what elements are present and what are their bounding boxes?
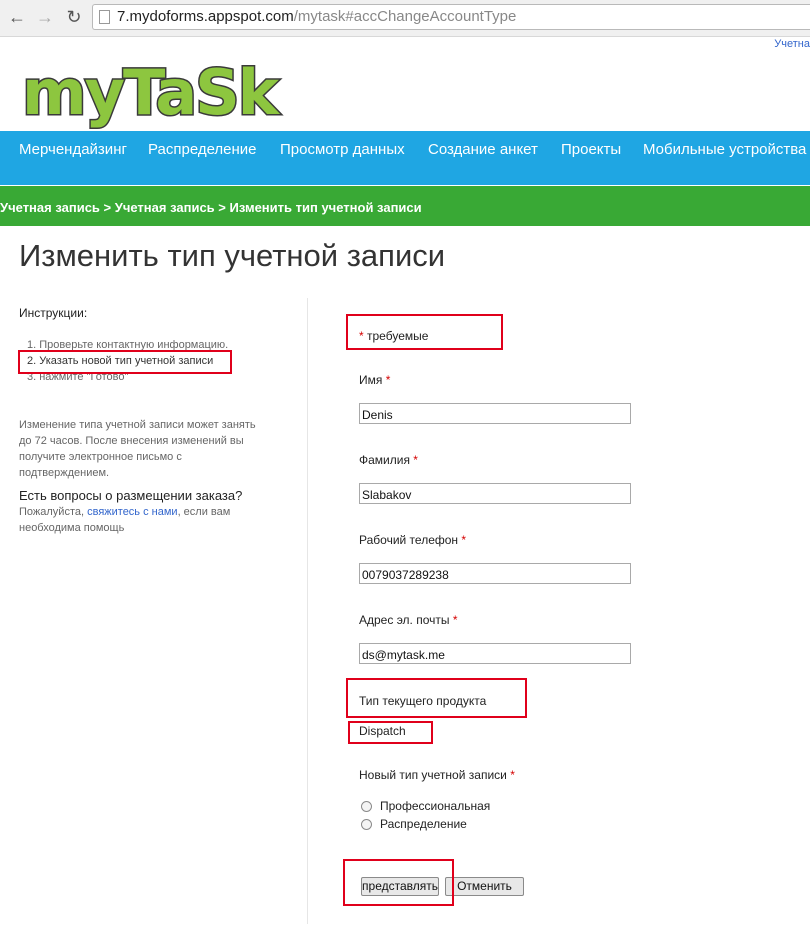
page-title: Изменить тип учетной записи xyxy=(19,238,446,273)
forward-icon[interactable]: → xyxy=(34,6,56,28)
radio-professional[interactable] xyxy=(361,801,372,812)
nav-item-view-data[interactable]: Просмотр данных xyxy=(280,141,405,158)
back-icon[interactable]: ← xyxy=(6,6,28,28)
column-divider xyxy=(307,298,308,924)
account-link[interactable]: Учетна xyxy=(774,38,810,50)
svg-text:myTaSk: myTaSk xyxy=(22,56,281,129)
first-name-label: Имя * xyxy=(359,373,391,387)
questions-heading: Есть вопросы о размещении заказа? xyxy=(19,488,243,503)
new-type-label: Новый тип учетной записи * xyxy=(359,768,515,782)
highlight-product-value xyxy=(348,721,433,744)
browser-toolbar: ← → ↻ 7.mydoforms.appspot.com/mytask#acc… xyxy=(0,0,810,37)
address-bar[interactable]: 7.mydoforms.appspot.com/mytask#accChange… xyxy=(92,4,810,30)
last-name-field[interactable] xyxy=(359,483,631,504)
nav-item-projects[interactable]: Проекты xyxy=(561,141,621,158)
contact-us-link[interactable]: свяжитесь с нами xyxy=(87,506,177,518)
nav-item-mobile-devices[interactable]: Мобильные устройства xyxy=(643,141,806,158)
cancel-button[interactable]: Отменить xyxy=(445,877,524,896)
option-distribution-label[interactable]: Распределение xyxy=(380,817,467,831)
radio-distribution[interactable] xyxy=(361,819,372,830)
nav-item-distribution[interactable]: Распределение xyxy=(148,141,257,158)
highlight-submit xyxy=(343,859,454,906)
highlight-current-product xyxy=(346,678,527,718)
breadcrumb: Учетная запись > Учетная запись > Измени… xyxy=(0,186,810,226)
highlight-step-2 xyxy=(18,350,232,374)
help-text: Пожалуйста, свяжитесь с нами, если вам н… xyxy=(19,506,231,534)
main-nav: Мерчендайзинг Распределение Просмотр дан… xyxy=(0,131,810,185)
first-name-field[interactable] xyxy=(359,403,631,424)
phone-label: Рабочий телефон * xyxy=(359,533,467,547)
email-field[interactable] xyxy=(359,643,631,664)
option-professional-label[interactable]: Профессиональная xyxy=(380,799,490,813)
nav-item-merchandising[interactable]: Мерчендайзинг xyxy=(19,141,127,158)
email-label: Адрес эл. почты * xyxy=(359,613,458,627)
mytask-logo[interactable]: myTaSk xyxy=(18,55,308,131)
instructions-label: Инструкции: xyxy=(19,306,88,320)
url-text: 7.mydoforms.appspot.com/mytask#accChange… xyxy=(117,8,517,25)
last-name-label: Фамилия * xyxy=(359,453,418,467)
breadcrumb-text[interactable]: Учетная запись > Учетная запись > Измени… xyxy=(0,200,422,215)
phone-field[interactable] xyxy=(359,563,631,584)
nav-item-create-forms[interactable]: Создание анкет xyxy=(428,141,538,158)
processing-note: Изменение типа учетной записи может заня… xyxy=(19,419,256,479)
page-icon xyxy=(99,10,110,24)
reload-icon[interactable]: ↻ xyxy=(63,6,85,28)
highlight-required xyxy=(346,314,503,350)
